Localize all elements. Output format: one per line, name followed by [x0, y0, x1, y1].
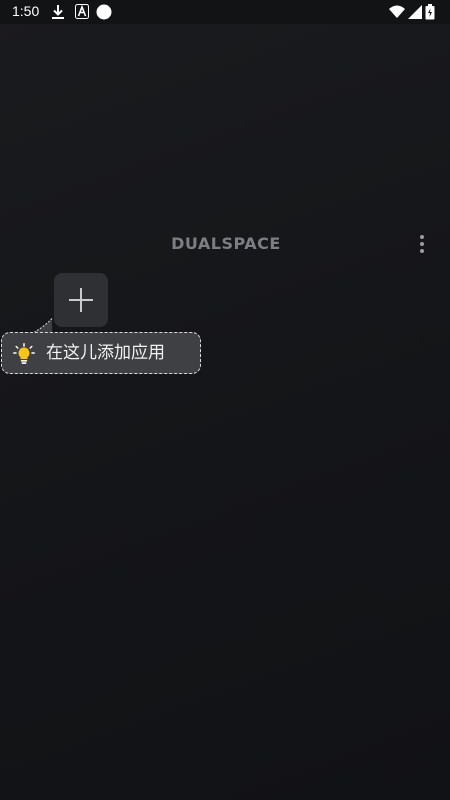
add-app-tooltip: 在这儿添加应用	[1, 332, 201, 374]
menu-dot	[420, 242, 424, 246]
circle-icon	[96, 4, 112, 24]
add-app-button[interactable]	[54, 273, 108, 327]
wifi-icon	[389, 4, 405, 23]
app-a-icon	[75, 4, 89, 23]
more-vert-icon[interactable]	[410, 232, 434, 256]
lightbulb-icon	[13, 343, 35, 369]
status-time: 1:50	[12, 3, 40, 19]
download-icon	[51, 4, 65, 24]
menu-dot	[420, 235, 424, 239]
plus-icon-vertical	[80, 288, 82, 312]
menu-dot	[420, 249, 424, 253]
app-logo: DUALSPACE	[171, 234, 281, 253]
tooltip-text: 在这儿添加应用	[46, 343, 165, 363]
battery-icon	[425, 4, 435, 24]
status-bar: 1:50	[0, 0, 450, 24]
signal-icon	[408, 4, 422, 23]
